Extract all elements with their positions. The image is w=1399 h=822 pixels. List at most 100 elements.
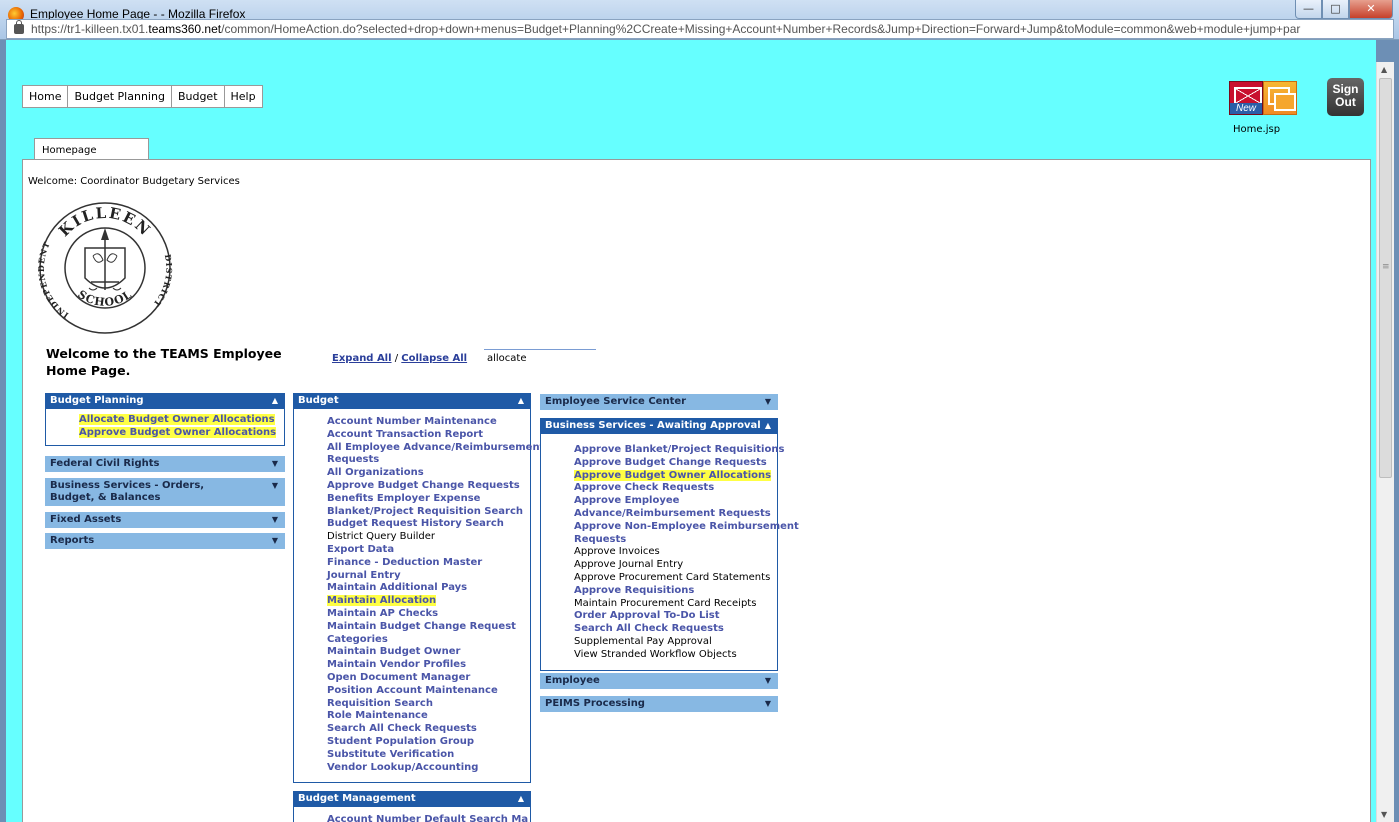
portlet-header-budget-planning[interactable]: Budget Planning ▲ (45, 393, 285, 409)
link-approve-budget-owner-allocations[interactable]: Approve Budget Owner Allocations (79, 426, 284, 440)
link-approve-budget-change-requests[interactable]: Approve Budget Change Requests (327, 480, 530, 493)
expand-arrow-icon[interactable]: ▼ (272, 456, 278, 471)
welcome-user-text: Welcome: Coordinator Budgetary Services (28, 176, 240, 187)
link-position-account-maintenance[interactable]: Position Account Maintenance (327, 685, 530, 698)
menu-help[interactable]: Help (225, 86, 262, 107)
link-benefits-employer-expense[interactable]: Benefits Employer Expense (327, 493, 530, 506)
link-account-transaction-report[interactable]: Account Transaction Report (327, 429, 530, 442)
expand-all-link[interactable]: Expand All (332, 353, 392, 364)
new-mail-icon[interactable]: New (1229, 81, 1263, 115)
expand-collapse-links: Expand All / Collapse All (332, 353, 467, 364)
link-all-employee-advance-reimbursement[interactable]: All Employee Advance/Reimbursement (327, 442, 544, 455)
url-bar[interactable]: https://tr1-killeen.tx01.teams360.net/co… (6, 19, 1394, 39)
link-approve-blanket-project-requisitions[interactable]: Approve Blanket/Project Requisitions (574, 444, 784, 457)
collapse-arrow-icon[interactable]: ▲ (765, 418, 771, 433)
collapse-arrow-icon[interactable]: ▲ (518, 393, 524, 408)
link-finance-deduction-master[interactable]: Finance - Deduction Master (327, 557, 530, 570)
expand-arrow-icon[interactable]: ▼ (272, 480, 278, 492)
link-approve-requisitions[interactable]: Approve Requisitions (574, 585, 777, 598)
link-view-stranded-workflow-objects[interactable]: View Stranded Workflow Objects (574, 649, 777, 662)
expand-arrow-icon[interactable]: ▼ (765, 394, 771, 409)
link-maintain-allocation[interactable]: Maintain Allocation (327, 595, 530, 608)
link-district-query-builder[interactable]: District Query Builder (327, 531, 530, 544)
link-all-employee-advance-reimbursement-cont[interactable]: Requests (327, 454, 530, 467)
collapse-arrow-icon[interactable]: ▲ (272, 393, 278, 408)
expand-arrow-icon[interactable]: ▼ (272, 512, 278, 527)
expand-arrow-icon[interactable]: ▼ (765, 673, 771, 688)
link-approve-journal-entry[interactable]: Approve Journal Entry (574, 559, 777, 572)
link-account-number-default-search[interactable]: Account Number Default Search Ma (327, 814, 530, 822)
link-search-all-check-requests[interactable]: Search All Check Requests (327, 723, 530, 736)
link-approve-invoices[interactable]: Approve Invoices (574, 546, 777, 559)
portlet-header-employee[interactable]: Employee ▼ (540, 673, 778, 689)
link-open-document-manager[interactable]: Open Document Manager (327, 672, 530, 685)
expand-arrow-icon[interactable]: ▼ (272, 533, 278, 548)
link-maintain-budget-owner[interactable]: Maintain Budget Owner (327, 646, 530, 659)
link-approve-non-employee-reimbursement-cont[interactable]: Requests (574, 534, 777, 547)
link-journal-entry[interactable]: Journal Entry (327, 570, 530, 583)
link-approve-procurement-card-statements[interactable]: Approve Procurement Card Statements (574, 572, 777, 585)
scroll-up-arrow-icon[interactable]: ▲ (1381, 65, 1387, 74)
link-approve-budget-owner-allocations[interactable]: Approve Budget Owner Allocations (574, 469, 777, 483)
portlet-header-business-services-awaiting[interactable]: Business Services - Awaiting Approval ▲ (540, 418, 778, 434)
portlet-title: Business Services - Orders, Budget, & Ba… (50, 480, 205, 503)
menu-home[interactable]: Home (23, 86, 69, 107)
portlet-header-reports[interactable]: Reports ▼ (45, 533, 285, 549)
url-domain: teams360.net (148, 22, 222, 36)
link-vendor-lookup-accounting[interactable]: Vendor Lookup/Accounting (327, 762, 530, 775)
portlet-header-budget-management[interactable]: Budget Management ▲ (293, 791, 531, 807)
link-maintain-additional-pays[interactable]: Maintain Additional Pays (327, 582, 530, 595)
scroll-down-arrow-icon[interactable]: ▼ (1381, 810, 1387, 819)
menu-budget[interactable]: Budget (172, 86, 225, 107)
link-blanket-project-requisition-search[interactable]: Blanket/Project Requisition Search (327, 506, 530, 519)
sign-out-button[interactable]: Sign Out (1327, 78, 1364, 116)
portlet-business-services-awaiting: Business Services - Awaiting Approval ▲ … (540, 418, 799, 671)
link-maintain-vendor-profiles[interactable]: Maintain Vendor Profiles (327, 659, 530, 672)
link-export-data[interactable]: Export Data (327, 544, 530, 557)
link-account-number-maintenance[interactable]: Account Number Maintenance (327, 416, 530, 429)
menu-budget-planning[interactable]: Budget Planning (68, 86, 172, 107)
link-maintain-ap-checks[interactable]: Maintain AP Checks (327, 608, 530, 621)
maximize-button[interactable]: □ (1322, 0, 1349, 19)
link-requisition-search[interactable]: Requisition Search (327, 698, 530, 711)
link-role-maintenance[interactable]: Role Maintenance (327, 710, 530, 723)
link-student-population-group[interactable]: Student Population Group (327, 736, 530, 749)
link-maintain-budget-change-request-cont[interactable]: Categories (327, 634, 530, 647)
link-order-approval-to-do-list[interactable]: Order Approval To-Do List (574, 610, 777, 623)
link-approve-employee-cont[interactable]: Advance/Reimbursement Requests (574, 508, 777, 521)
collapse-arrow-icon[interactable]: ▲ (518, 791, 524, 806)
minimize-button[interactable]: — (1295, 0, 1322, 19)
link-budget-request-history-search[interactable]: Budget Request History Search (327, 518, 530, 531)
link-approve-budget-change-requests[interactable]: Approve Budget Change Requests (574, 457, 777, 470)
link-substitute-verification[interactable]: Substitute Verification (327, 749, 530, 762)
url-prefix: https://tr1-killeen.tx01. (31, 22, 149, 36)
windows-icon[interactable] (1263, 81, 1297, 115)
portlet-header-federal-civil-rights[interactable]: Federal Civil Rights ▼ (45, 456, 285, 472)
close-button[interactable]: ✕ (1349, 0, 1393, 19)
collapse-all-link[interactable]: Collapse All (401, 353, 467, 364)
portlet-body-budget: Account Number Maintenance Account Trans… (293, 409, 544, 784)
portlet-title: Budget Management (298, 793, 416, 804)
scrollbar-thumb[interactable] (1379, 78, 1392, 478)
link-all-organizations[interactable]: All Organizations (327, 467, 530, 480)
link-supplemental-pay-approval[interactable]: Supplemental Pay Approval (574, 636, 777, 649)
portlet-header-peims-processing[interactable]: PEIMS Processing ▼ (540, 696, 778, 712)
portlet-title: Fixed Assets (50, 514, 122, 525)
vertical-scrollbar[interactable]: ▲ ≡ ▼ (1376, 62, 1394, 822)
link-maintain-budget-change-request[interactable]: Maintain Budget Change Request (327, 621, 530, 634)
tab-homepage[interactable]: Homepage (34, 138, 149, 160)
link-approve-non-employee-reimbursement[interactable]: Approve Non-Employee Reimbursement (574, 521, 799, 534)
expand-arrow-icon[interactable]: ▼ (765, 696, 771, 711)
link-approve-employee[interactable]: Approve Employee (574, 495, 777, 508)
portlet-budget-planning: Budget Planning ▲ Allocate Budget Owner … (45, 393, 285, 446)
link-text: Maintain Allocation (327, 595, 437, 607)
link-maintain-procurement-card-receipts[interactable]: Maintain Procurement Card Receipts (574, 598, 777, 611)
portlet-header-budget[interactable]: Budget ▲ (293, 393, 531, 409)
portlet-header-business-services-orders[interactable]: Business Services - Orders, Budget, & Ba… (45, 478, 285, 506)
filter-search-input[interactable] (484, 349, 596, 366)
portlet-header-fixed-assets[interactable]: Fixed Assets ▼ (45, 512, 285, 528)
link-allocate-budget-owner-allocations[interactable]: Allocate Budget Owner Allocations (79, 414, 284, 427)
portlet-header-employee-service-center[interactable]: Employee Service Center ▼ (540, 394, 778, 410)
link-approve-check-requests[interactable]: Approve Check Requests (574, 482, 777, 495)
link-search-all-check-requests-approval[interactable]: Search All Check Requests (574, 623, 777, 636)
